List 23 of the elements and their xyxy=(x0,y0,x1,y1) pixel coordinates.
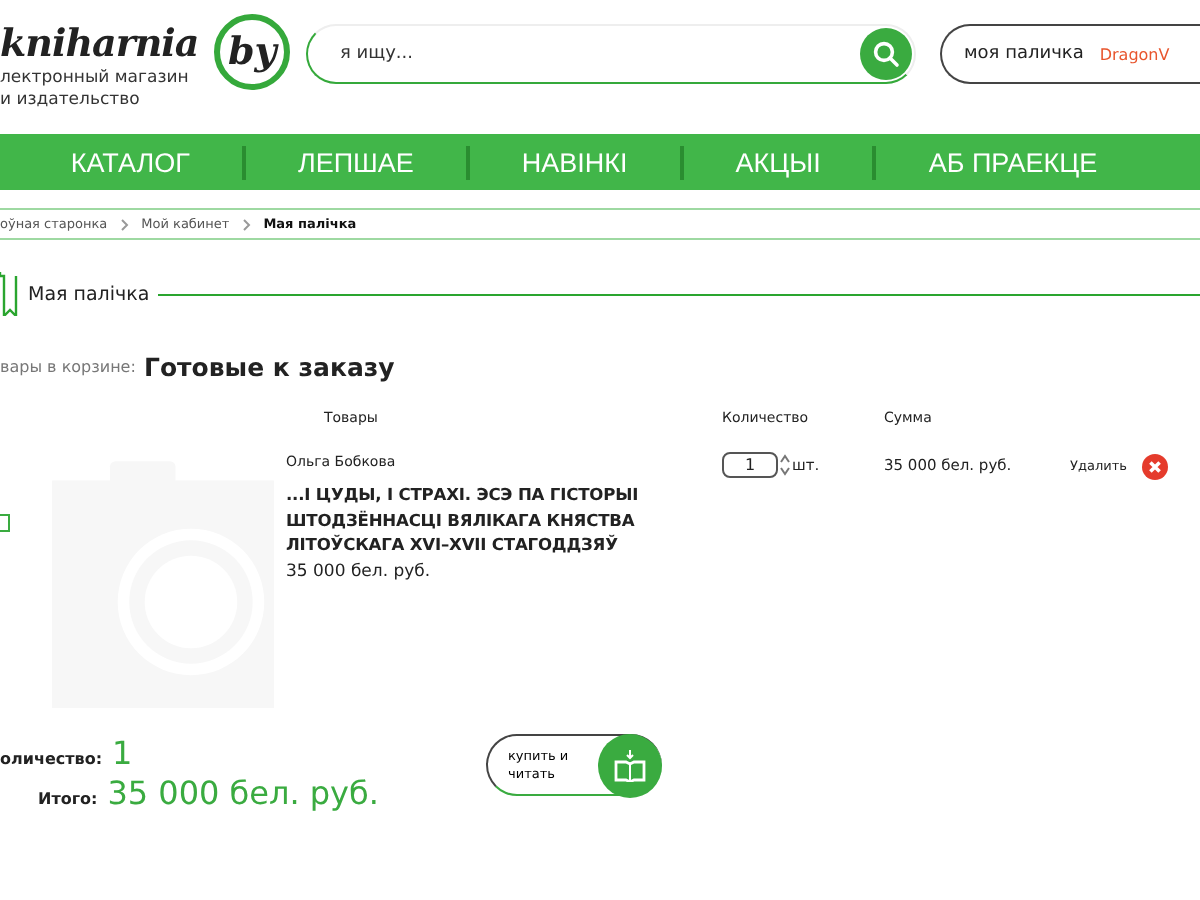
book-title[interactable]: ...І ЦУДЫ, І СТРАХІ. ЭСЭ ПА ГІСТОРЫІ ШТОДЗЁННАСЦІ ВЯЛІКАГА КНЯСТВА ЛІТОЎСКАГА XVI–XVII СТАГОДДЗЯЎ xyxy=(286,482,646,557)
book-price: 35 000 бел. руб. xyxy=(286,561,433,581)
close-icon[interactable] xyxy=(1142,454,1168,480)
cart-label: вары в корзине: xyxy=(0,358,138,376)
logo-tagline: и издательство xyxy=(0,90,142,112)
spinner-icon[interactable] xyxy=(780,454,790,476)
book-icon xyxy=(614,749,646,781)
bookmark-icon xyxy=(0,272,18,316)
logo-text: kniharnia xyxy=(0,22,199,66)
chevron-icon xyxy=(119,217,130,231)
quantity-field[interactable]: 1 xyxy=(722,452,778,478)
logo-tagline: лектронный магазин xyxy=(0,68,191,90)
quantity-label: оличество: xyxy=(0,750,103,768)
section-title: Мая палічка xyxy=(28,283,150,305)
search-field[interactable]: я ищу... xyxy=(306,24,916,84)
quantity-value: 1 xyxy=(112,734,133,774)
logo-badge: by xyxy=(214,14,291,90)
cart-title: Готовые к заказу xyxy=(144,352,395,382)
total-label: Итого: xyxy=(38,790,98,808)
search-icon xyxy=(872,40,900,68)
account-link[interactable]: моя паличка DragonV xyxy=(940,24,1200,84)
total-value: 35 000 бел. руб. xyxy=(107,774,379,814)
chevron-icon xyxy=(241,217,252,231)
